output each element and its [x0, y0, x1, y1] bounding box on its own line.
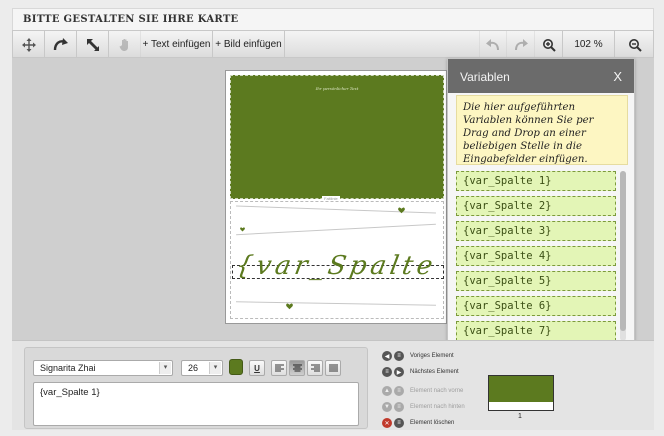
redo-icon — [514, 38, 528, 51]
font-select-value: Signarita Zhai — [40, 363, 96, 373]
editor-bar: Signarita Zhai ▾ 26 ▾ U {var_Spalte 1} ◀… — [12, 340, 654, 430]
align-right-button[interactable] — [307, 360, 323, 376]
text-editor: Signarita Zhai ▾ 26 ▾ U {var_Spalte 1} — [24, 347, 368, 429]
align-center-button[interactable] — [289, 360, 305, 376]
resize-icon — [86, 38, 100, 52]
font-select[interactable]: Signarita Zhai ▾ — [33, 360, 173, 376]
card-front-panel[interactable]: Ihr persönlicher Text — [230, 75, 444, 199]
arrow-up-icon: ▲ — [382, 386, 392, 396]
page-header: BITTE GESTALTEN SIE IHRE KARTE — [12, 8, 654, 30]
close-button[interactable]: X — [613, 69, 622, 84]
variable-item[interactable]: {var_Spalte 6} — [456, 296, 616, 316]
variables-panel-title: Variablen — [460, 70, 510, 84]
underline-label: U — [254, 363, 260, 373]
add-image-label: + Bild einfügen — [215, 39, 282, 50]
scrollbar-thumb[interactable] — [620, 171, 626, 331]
delete-element-button[interactable]: ✕ ≡ Element löschen — [382, 416, 454, 430]
bring-forward-label: Element nach vorne — [410, 388, 464, 394]
add-image-button[interactable]: + Bild einfügen — [213, 31, 285, 58]
underline-button[interactable]: U — [249, 360, 265, 376]
arrow-left-icon: ◀ — [382, 351, 392, 361]
align-left-icon — [274, 364, 284, 372]
zoom-out-button[interactable] — [615, 31, 654, 58]
variables-panel: Variablen X Die hier aufgeführten Variab… — [447, 58, 635, 378]
layers-icon: ≡ — [394, 402, 404, 412]
bring-forward-button[interactable]: ▲ ≡ Element nach vorne — [382, 384, 463, 398]
card-preview[interactable]: Ihr persönlicher Text Faltlinie {var_Spa… — [225, 70, 492, 324]
heart-icon — [240, 227, 245, 232]
font-size-value: 26 — [188, 363, 199, 373]
hand-icon — [119, 38, 131, 52]
heart-icon — [286, 303, 293, 310]
thumbnail-inner — [489, 402, 553, 410]
fold-line-label: Faltlinie — [322, 196, 340, 201]
move-tool-button[interactable] — [13, 31, 45, 58]
variables-panel-header[interactable]: Variablen X — [448, 59, 634, 93]
page-title: BITTE GESTALTEN SIE IHRE KARTE — [23, 14, 239, 25]
toolbar: + Text einfügen + Bild einfügen 102 % — [12, 30, 654, 58]
align-right-icon — [310, 364, 320, 372]
text-input[interactable]: {var_Spalte 1} — [33, 382, 359, 426]
previous-element-label: Voriges Element — [410, 353, 454, 359]
zoom-level: 102 % — [563, 31, 615, 58]
zoom-out-icon — [628, 38, 642, 52]
rotate-tool-button[interactable] — [45, 31, 77, 58]
layers-icon: ≡ — [394, 386, 404, 396]
send-backward-label: Element nach hinten — [410, 404, 465, 410]
variable-item[interactable]: {var_Spalte 7} — [456, 321, 616, 341]
heart-icon — [398, 207, 405, 214]
rotate-icon — [53, 37, 69, 52]
add-text-button[interactable]: + Text einfügen — [141, 31, 213, 58]
delete-icon: ✕ — [382, 418, 392, 428]
delete-element-label: Element löschen — [410, 420, 455, 426]
arrow-right-icon: ▶ — [394, 367, 404, 377]
zoom-value: 102 % — [574, 39, 603, 50]
variable-item[interactable]: {var_Spalte 4} — [456, 246, 616, 266]
hand-tool-button[interactable] — [109, 31, 141, 58]
resize-tool-button[interactable] — [77, 31, 109, 58]
variable-item[interactable]: {var_Spalte 2} — [456, 196, 616, 216]
zoom-in-button[interactable] — [535, 31, 563, 58]
chevron-down-icon: ▾ — [209, 362, 221, 374]
layers-icon: ≡ — [382, 367, 392, 377]
next-element-label: Nächstes Element — [410, 369, 459, 375]
page-number: 1 — [518, 413, 522, 420]
previous-element-button[interactable]: ◀ ≡ Voriges Element — [382, 349, 454, 363]
align-center-icon — [292, 364, 302, 372]
chevron-down-icon: ▾ — [159, 362, 171, 374]
layers-icon: ≡ — [394, 351, 404, 361]
zoom-in-icon — [542, 38, 556, 52]
variable-item[interactable]: {var_Spalte 1} — [456, 171, 616, 191]
variables-scrollbar[interactable] — [620, 171, 626, 341]
align-justify-icon — [328, 364, 338, 372]
next-element-button[interactable]: ≡ ▶ Nächstes Element — [382, 365, 459, 379]
arrow-down-icon: ▼ — [382, 402, 392, 412]
variable-item[interactable]: {var_Spalte 5} — [456, 271, 616, 291]
layers-icon: ≡ — [394, 418, 404, 428]
text-color-swatch[interactable] — [229, 359, 243, 375]
redo-button[interactable] — [507, 31, 535, 58]
align-left-button[interactable] — [271, 360, 287, 376]
card-header-text[interactable]: Ihr persönlicher Text — [231, 86, 443, 91]
add-text-label: + Text einfügen — [142, 39, 211, 50]
align-justify-button[interactable] — [325, 360, 341, 376]
undo-icon — [486, 38, 500, 51]
variable-item[interactable]: {var_Spalte 3} — [456, 221, 616, 241]
font-size-select[interactable]: 26 ▾ — [181, 360, 223, 376]
send-backward-button[interactable]: ▼ ≡ Element nach hinten — [382, 400, 465, 414]
variables-info: Die hier aufgeführten Variablen können S… — [456, 95, 628, 165]
move-icon — [21, 37, 36, 52]
page-thumbnail[interactable] — [488, 375, 554, 411]
undo-button[interactable] — [479, 31, 507, 58]
